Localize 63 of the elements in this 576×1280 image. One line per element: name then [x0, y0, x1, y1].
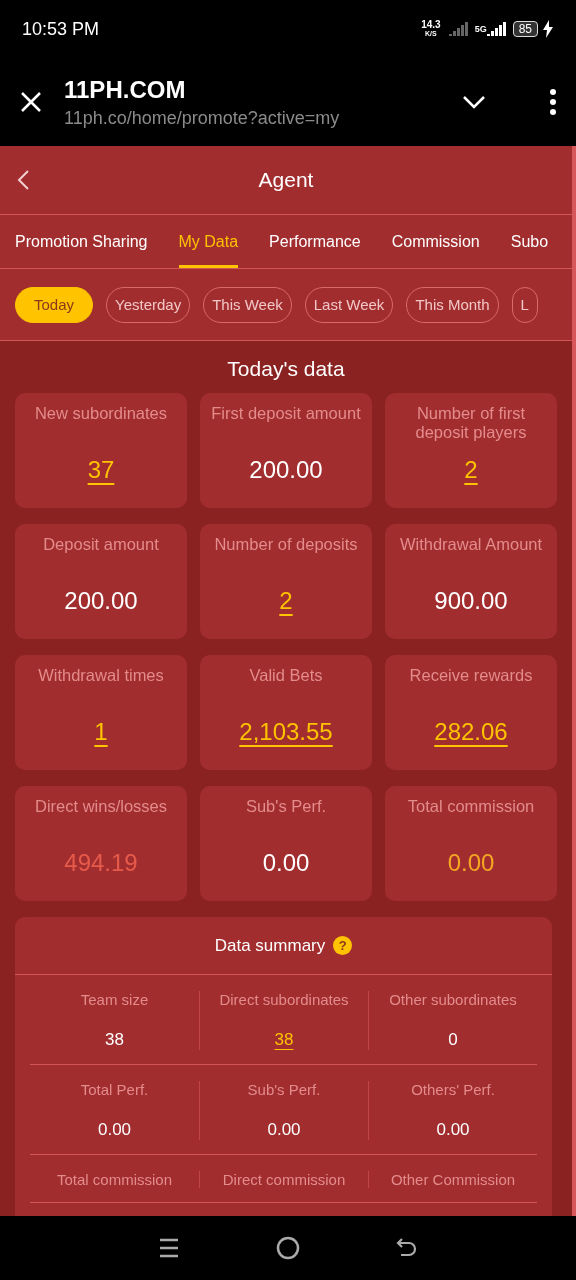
stat-label: Deposit amount	[43, 535, 159, 555]
back-icon[interactable]	[16, 169, 30, 191]
help-icon[interactable]: ?	[333, 936, 353, 955]
stat-link[interactable]: 1	[94, 718, 108, 746]
stat-value: 900.00	[434, 587, 508, 615]
home-icon[interactable]	[276, 1236, 300, 1260]
section-title: Today's data	[226, 356, 346, 382]
signal-icon	[448, 22, 469, 36]
charging-icon	[542, 20, 554, 38]
page-title: Agent	[258, 168, 314, 192]
stat-label: First deposit amount	[211, 404, 361, 424]
stat-value: 0.00	[262, 849, 310, 877]
tab[interactable]: Subo	[510, 215, 549, 268]
tab[interactable]: Promotion Sharing	[15, 215, 148, 268]
stat-label: Withdrawal times	[38, 666, 164, 686]
summary-label: Total Perf.	[80, 1081, 149, 1098]
stat-label: Valid Bets	[249, 666, 323, 686]
stat-label: Withdrawal Amount	[399, 535, 543, 555]
summary-value: 0	[448, 1030, 458, 1050]
battery-level: 85	[512, 21, 538, 37]
stat-link[interactable]: 2,103.55	[239, 718, 333, 746]
summary-label: Other subordinates	[389, 991, 517, 1008]
tab[interactable]: Commission	[391, 215, 480, 268]
filter-chip[interactable]: Today	[15, 286, 94, 323]
back-icon[interactable]	[396, 1237, 418, 1259]
stat-label: New subordinates	[34, 404, 168, 424]
summary-label: Team size	[80, 991, 149, 1008]
stat-label: Number of first deposit players	[414, 404, 528, 442]
network-type: 5G	[474, 24, 487, 34]
summary-label: Direct subordinates	[219, 991, 349, 1008]
stat-label: Number of deposits	[214, 535, 358, 555]
summary-link[interactable]: 38	[274, 1030, 294, 1050]
site-title: 11PH.COM	[64, 75, 187, 104]
stat-label: Sub's Perf.	[245, 797, 327, 817]
stat-value: 200.00	[249, 456, 323, 484]
more-icon[interactable]	[550, 89, 556, 115]
stat-label: Direct wins/losses	[34, 797, 167, 817]
stat-label: Total commission	[407, 797, 535, 817]
summary-label: Direct commission	[222, 1171, 346, 1188]
close-icon[interactable]	[20, 91, 42, 113]
stat-link[interactable]: 2	[279, 587, 293, 615]
summary-label: Total commission	[56, 1171, 172, 1188]
summary-value: 0.00	[97, 1120, 132, 1140]
stat-value: 0.00	[447, 849, 495, 877]
signal-icon	[486, 22, 507, 36]
stat-label: Receive rewards	[409, 666, 533, 686]
tab[interactable]: Performance	[269, 215, 361, 268]
summary-value: 38	[105, 1030, 124, 1050]
chevron-down-icon[interactable]	[462, 95, 486, 109]
url-text: 11ph.co/home/promote?active=my	[64, 107, 341, 129]
summary-value: 0.00	[436, 1120, 470, 1140]
stat-link[interactable]: 282.06	[434, 718, 508, 746]
stat-value: 200.00	[64, 587, 138, 615]
summary-label: Others' Perf.	[411, 1081, 495, 1098]
stat-link[interactable]: 37	[87, 456, 115, 484]
clock-text: 10:53 PM	[22, 18, 101, 40]
summary-value: 0.00	[267, 1120, 301, 1140]
summary-label: Sub's Perf.	[247, 1081, 321, 1098]
summary-label: Other Commission	[390, 1171, 516, 1188]
stat-link[interactable]: 2	[464, 456, 478, 484]
summary-title: Data summary	[214, 935, 326, 956]
stat-value: 494.19	[64, 849, 138, 877]
menu-icon[interactable]	[158, 1237, 180, 1259]
